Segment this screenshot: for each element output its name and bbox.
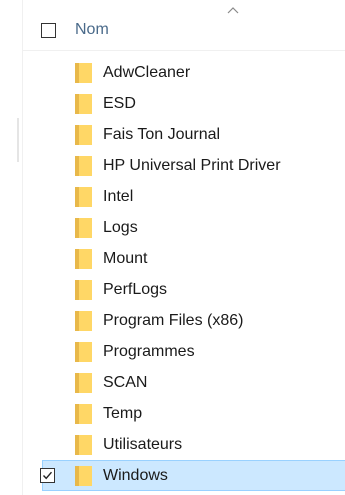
folder-name: SCAN (103, 374, 148, 391)
folder-icon (75, 311, 92, 331)
folder-list: AdwCleaner ESD Fais Ton Journal HP Universa… (22, 57, 345, 491)
list-item[interactable]: SCAN (22, 367, 345, 398)
folder-name: Utilisateurs (103, 436, 183, 453)
folder-icon (75, 125, 92, 145)
folder-name: Programmes (103, 343, 195, 360)
list-item[interactable]: Programmes (22, 336, 345, 367)
folder-name: Temp (103, 405, 143, 422)
folder-name: HP Universal Print Driver (103, 157, 281, 174)
row-checkbox[interactable] (40, 468, 55, 483)
folder-icon (75, 156, 92, 176)
folder-icon (75, 342, 92, 362)
folder-icon (75, 373, 92, 393)
folder-name: Logs (103, 219, 138, 236)
checkmark-icon (42, 471, 53, 480)
folder-icon (75, 63, 92, 83)
list-item[interactable]: Logs (22, 212, 345, 243)
folder-icon (75, 280, 92, 300)
list-item[interactable]: PerfLogs (22, 274, 345, 305)
folder-icon (75, 435, 92, 455)
list-item[interactable]: Mount (22, 243, 345, 274)
chevron-up-icon (227, 7, 239, 14)
folder-name: PerfLogs (103, 281, 168, 298)
folder-name: Intel (103, 188, 134, 205)
column-header-name[interactable]: Nom (75, 21, 109, 39)
folder-icon (75, 249, 92, 269)
list-item[interactable]: Temp (22, 398, 345, 429)
folder-name: Windows (103, 467, 168, 484)
folder-name: Mount (103, 250, 148, 267)
column-header: Nom (22, 0, 345, 51)
navigation-pane-edge (0, 0, 23, 495)
list-item[interactable]: HP Universal Print Driver (22, 150, 345, 181)
folder-name: Fais Ton Journal (103, 126, 221, 143)
list-item[interactable]: Windows (40, 460, 345, 491)
list-item[interactable]: Utilisateurs (22, 429, 345, 460)
folder-icon (75, 187, 92, 207)
folder-icon (75, 94, 92, 114)
list-item[interactable]: Intel (22, 181, 345, 212)
list-item[interactable]: AdwCleaner (22, 57, 345, 88)
list-item[interactable]: ESD (22, 88, 345, 119)
folder-icon (75, 466, 92, 486)
folder-name: AdwCleaner (103, 64, 191, 81)
folder-name: ESD (103, 95, 136, 112)
list-item[interactable]: Fais Ton Journal (22, 119, 345, 150)
select-all-checkbox[interactable] (41, 23, 56, 38)
folder-icon (75, 218, 92, 238)
folder-name: Program Files (x86) (103, 312, 244, 329)
folder-icon (75, 404, 92, 424)
pane-splitter[interactable] (17, 118, 19, 162)
list-item[interactable]: Program Files (x86) (22, 305, 345, 336)
